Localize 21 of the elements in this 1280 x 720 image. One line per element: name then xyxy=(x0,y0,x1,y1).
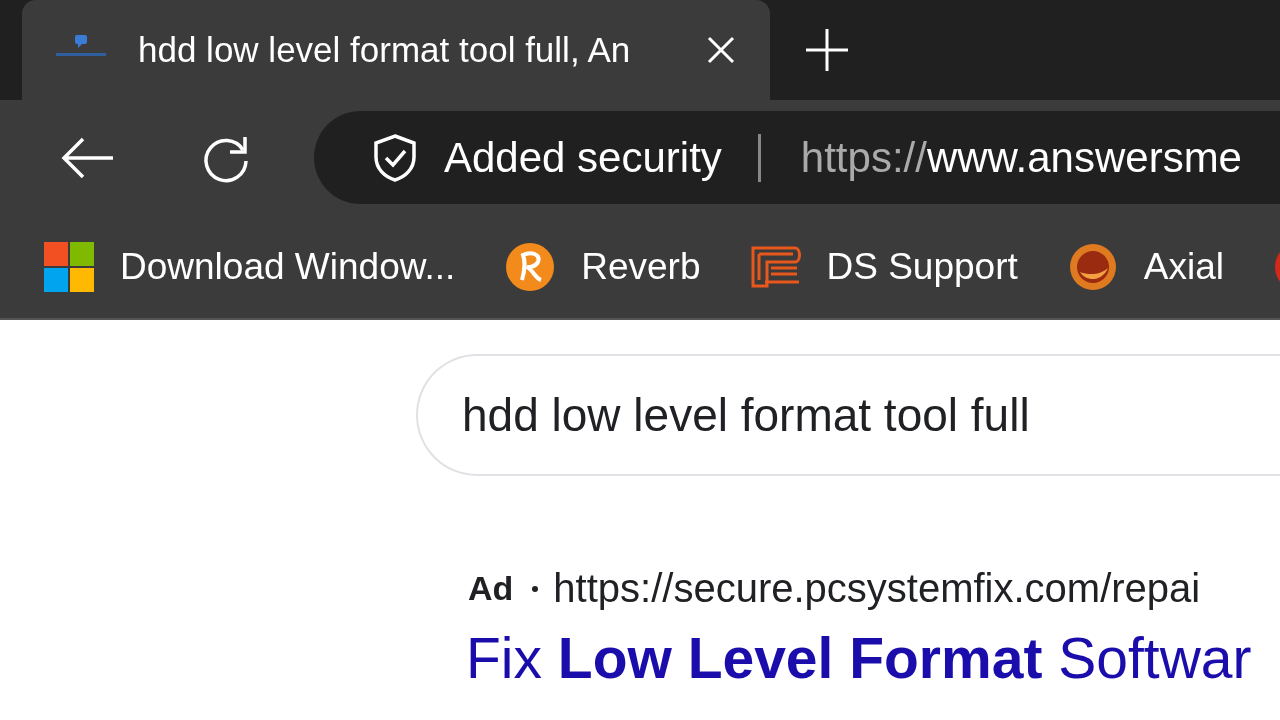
new-tab-button[interactable] xyxy=(804,27,850,73)
bookmark[interactable]: Download Window... xyxy=(44,241,456,292)
swirl-logo-icon xyxy=(1067,241,1118,292)
dot-icon xyxy=(531,584,540,593)
search-field[interactable]: hdd low level format tool full xyxy=(416,354,1280,476)
bookmark[interactable]: Axial xyxy=(1067,241,1224,292)
back-arrow-icon xyxy=(61,135,115,180)
bookmark[interactable]: DS Support xyxy=(750,241,1018,292)
ad-title-link[interactable]: Fix Low Level Format Softwar xyxy=(466,625,1280,691)
round-logo-icon xyxy=(505,241,556,292)
browser-tab[interactable]: hdd low level format tool full, An xyxy=(22,0,770,100)
security-label: Added security xyxy=(444,133,722,182)
bookmark[interactable]: Reverb xyxy=(505,241,701,292)
address-bar[interactable]: Added security https://www.answersme xyxy=(314,111,1280,204)
close-icon xyxy=(706,35,736,65)
tab-title: hdd low level format tool full, An xyxy=(138,30,632,70)
ad-url: https://secure.pcsystemfix.com/repai xyxy=(553,566,1201,611)
plus-icon xyxy=(804,27,850,73)
url-text: https://www.answersme xyxy=(800,133,1242,182)
ad-label: Ad xyxy=(468,569,514,608)
windows-logo-icon xyxy=(44,241,94,292)
